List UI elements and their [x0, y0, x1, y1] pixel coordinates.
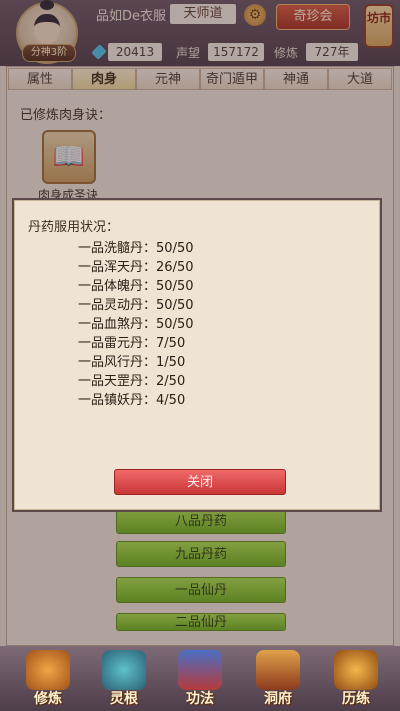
nav-cultivate[interactable]: 修炼 [18, 650, 78, 708]
nav-label: 修炼 [34, 691, 62, 707]
pill-row: 一品血煞丹：50/50 [78, 317, 194, 332]
pill-row: 一品灵动丹：50/50 [78, 298, 194, 313]
nav-cave[interactable]: 洞府 [248, 650, 308, 708]
pill-row: 一品浑天丹：26/50 [78, 260, 194, 275]
pill-value: 50/50 [156, 317, 194, 332]
trial-icon [334, 650, 378, 690]
pill-name: 一品雷元丹 [78, 336, 144, 351]
modal-title: 丹药服用状况： [28, 220, 120, 235]
pill-row: 一品体魄丹：50/50 [78, 279, 194, 294]
pill-name: 一品血煞丹 [78, 317, 144, 332]
pill-name: 一品风行丹 [78, 355, 144, 370]
spirit-root-icon [102, 650, 146, 690]
nav-trial[interactable]: 历练 [326, 650, 386, 708]
pill-row: 一品镇妖丹：4/50 [78, 393, 186, 408]
nav-label: 灵根 [110, 691, 138, 707]
pill-name: 一品灵动丹 [78, 298, 144, 313]
cave-icon [256, 650, 300, 690]
pill-row: 一品天罡丹：2/50 [78, 374, 186, 389]
pill-row: 一品风行丹：1/50 [78, 355, 186, 370]
pill-value: 26/50 [156, 260, 194, 275]
pill-value: 50/50 [156, 279, 194, 294]
pill-value: 50/50 [156, 298, 194, 313]
pill-value: 7/50 [156, 336, 186, 351]
pill-value: 1/50 [156, 355, 186, 370]
nav-label: 历练 [342, 691, 370, 707]
pill-row: 一品洗髓丹：50/50 [78, 241, 194, 256]
nav-technique[interactable]: 功法 [170, 650, 230, 708]
pill-row: 一品雷元丹：7/50 [78, 336, 186, 351]
pill-name: 一品洗髓丹 [78, 241, 144, 256]
pill-status-modal [12, 198, 382, 512]
technique-icon [178, 650, 222, 690]
pill-value: 2/50 [156, 374, 186, 389]
pill-name: 一品体魄丹 [78, 279, 144, 294]
pill-name: 一品镇妖丹 [78, 393, 144, 408]
pill-name: 一品浑天丹 [78, 260, 144, 275]
nav-spirit-root[interactable]: 灵根 [94, 650, 154, 708]
close-button[interactable]: 关闭 [114, 469, 286, 495]
nav-label: 功法 [186, 691, 214, 707]
pill-value: 4/50 [156, 393, 186, 408]
nav-label: 洞府 [264, 691, 292, 707]
pill-name: 一品天罡丹 [78, 374, 144, 389]
cultivate-icon [26, 650, 70, 690]
pill-value: 50/50 [156, 241, 194, 256]
